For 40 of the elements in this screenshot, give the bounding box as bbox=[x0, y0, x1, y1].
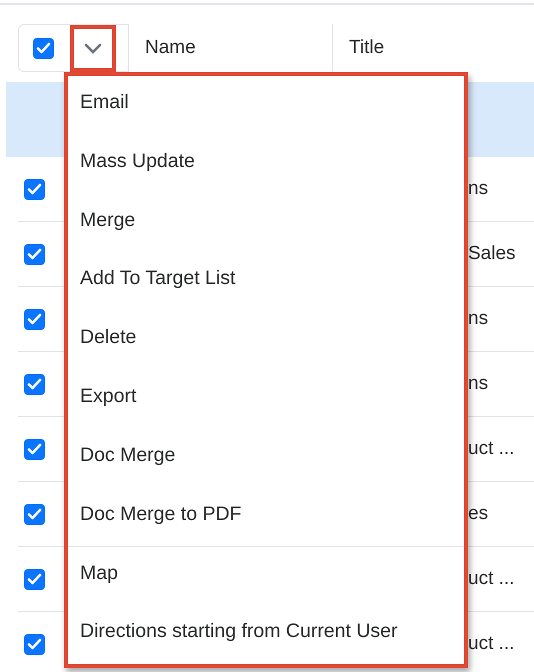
check-icon bbox=[36, 42, 51, 54]
table-cell-text: ns bbox=[468, 176, 488, 201]
menu-item[interactable]: Directions starting from Current User bbox=[68, 605, 464, 664]
table-cell-text: ns bbox=[468, 372, 488, 396]
table-cell-text: Sales bbox=[468, 242, 516, 266]
check-icon bbox=[27, 248, 42, 260]
table-cell-text: es bbox=[468, 502, 488, 526]
checkbox[interactable] bbox=[24, 374, 45, 394]
menu-item[interactable]: Email bbox=[68, 76, 464, 135]
actions-dropdown-button[interactable] bbox=[70, 24, 116, 72]
checkbox[interactable] bbox=[24, 308, 45, 330]
checkbox[interactable] bbox=[33, 38, 54, 58]
table-cell-text: uct ... bbox=[468, 436, 514, 461]
checkbox[interactable] bbox=[24, 634, 45, 654]
check-icon bbox=[27, 313, 42, 325]
menu-item[interactable]: Doc Merge bbox=[68, 428, 464, 488]
menu-item[interactable]: Mass Update bbox=[68, 134, 464, 194]
checkbox[interactable] bbox=[24, 504, 45, 524]
checkbox[interactable] bbox=[24, 438, 45, 460]
checkbox[interactable] bbox=[24, 244, 45, 264]
chevron-icon bbox=[84, 42, 102, 54]
check-icon bbox=[27, 573, 42, 585]
menu-item[interactable]: Add To Target List bbox=[68, 252, 464, 312]
column-header[interactable]: Title bbox=[349, 34, 384, 62]
checkbox[interactable] bbox=[24, 178, 45, 200]
check-icon bbox=[27, 183, 42, 195]
menu-item[interactable]: Export bbox=[68, 370, 464, 429]
column-header[interactable]: Name bbox=[145, 34, 196, 62]
check-icon bbox=[27, 508, 42, 520]
menu-item[interactable]: Map bbox=[68, 546, 464, 606]
menu-item[interactable]: Doc Merge to PDF bbox=[68, 488, 464, 546]
table-cell-text: uct ... bbox=[468, 566, 514, 591]
check-icon bbox=[27, 443, 42, 455]
table-cell-text: ns bbox=[468, 306, 488, 331]
menu-item[interactable]: Delete bbox=[68, 311, 464, 370]
check-icon bbox=[27, 378, 42, 390]
table-cell-text: uct ... bbox=[468, 632, 514, 656]
check-icon bbox=[27, 638, 42, 650]
menu-item[interactable]: Merge bbox=[68, 194, 464, 252]
checkbox[interactable] bbox=[24, 568, 45, 590]
